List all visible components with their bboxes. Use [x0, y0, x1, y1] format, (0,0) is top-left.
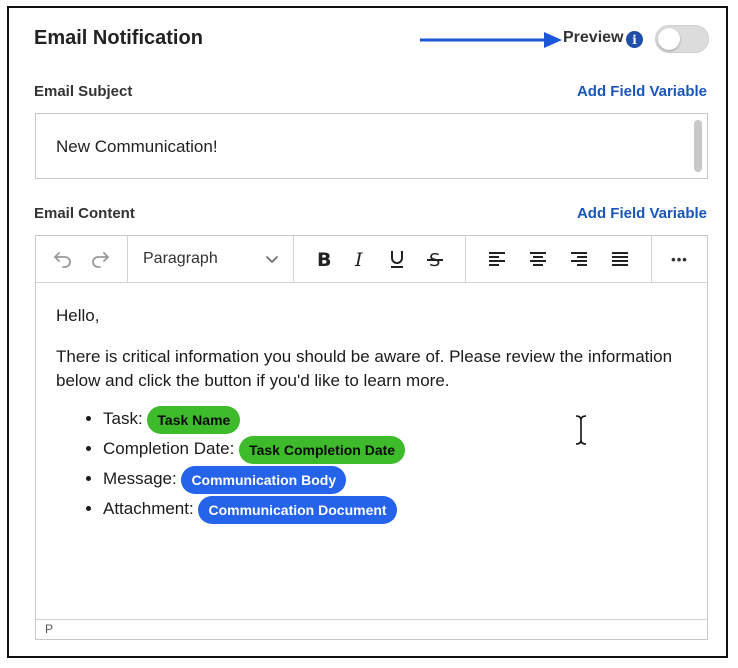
greeting-paragraph: Hello, — [56, 306, 100, 325]
field-variable-pill[interactable]: Communication Document — [198, 495, 397, 524]
editor-body[interactable]: Hello, There is critical information you… — [56, 304, 687, 524]
bold-icon: B — [317, 249, 331, 269]
svg-text:I: I — [354, 249, 363, 269]
list-item-label: Completion Date: — [103, 439, 235, 459]
editor-toolbar: Paragraph B I ••• — [36, 236, 707, 283]
intro-paragraph: There is critical information you should… — [56, 346, 673, 390]
italic-icon: I — [354, 249, 363, 269]
alignment-group — [466, 236, 652, 282]
align-center-icon — [530, 252, 546, 266]
list-item-label: Message: — [103, 469, 177, 489]
panel-title: Email Notification — [34, 27, 203, 49]
align-left-button[interactable] — [487, 250, 507, 268]
toggle-knob — [658, 28, 680, 50]
email-content-editor[interactable]: Paragraph B I ••• Hello, There is critic… — [35, 235, 708, 640]
align-justify-button[interactable] — [610, 250, 630, 268]
history-group — [36, 236, 128, 282]
list-item: Attachment: Communication Document — [103, 494, 687, 524]
strikethrough-button[interactable]: S — [426, 249, 444, 269]
list-item: Completion Date: Task Completion Date — [103, 434, 687, 464]
underline-button[interactable] — [389, 248, 405, 270]
preview-label: Preview — [563, 29, 624, 46]
content-add-field-variable-link[interactable]: Add Field Variable — [577, 205, 707, 222]
align-left-icon — [489, 252, 505, 266]
underline-icon — [391, 251, 403, 268]
list-item: Message: Communication Body — [103, 464, 687, 494]
redo-icon — [92, 252, 110, 268]
align-right-button[interactable] — [569, 250, 589, 268]
details-list: Task: Task Name Completion Date: Task Co… — [56, 404, 687, 524]
subject-add-field-variable-link[interactable]: Add Field Variable — [577, 83, 707, 100]
field-variable-pill[interactable]: Task Name — [147, 405, 241, 434]
align-justify-icon — [612, 252, 628, 266]
redo-button[interactable] — [89, 249, 111, 269]
block-format-value: Paragraph — [143, 250, 218, 267]
undo-icon — [53, 252, 71, 268]
email-notification-panel: Email Notification Preview i Email Subje… — [7, 6, 728, 658]
arrow-annotation-icon — [420, 32, 562, 48]
subject-scrollbar[interactable] — [694, 120, 702, 172]
chevron-down-icon — [266, 256, 278, 263]
block-format-select[interactable]: Paragraph — [128, 236, 294, 282]
preview-toggle[interactable] — [655, 25, 709, 53]
undo-button[interactable] — [52, 249, 74, 269]
italic-button[interactable]: I — [354, 249, 368, 269]
strikethrough-icon: S — [427, 250, 443, 269]
text-cursor-icon — [575, 415, 587, 445]
email-subject-input[interactable]: New Communication! — [35, 113, 708, 179]
list-item-label: Attachment: — [103, 499, 194, 519]
field-variable-pill[interactable]: Task Completion Date — [239, 435, 406, 464]
align-right-icon — [571, 252, 587, 266]
more-options-button[interactable]: ••• — [652, 236, 707, 282]
text-style-group: B I S — [294, 236, 466, 282]
editor-status-bar: P — [36, 619, 707, 639]
bold-button[interactable]: B — [315, 249, 333, 269]
email-subject-value: New Communication! — [56, 137, 218, 156]
info-icon[interactable]: i — [626, 31, 643, 48]
field-variable-pill[interactable]: Communication Body — [181, 465, 347, 494]
svg-text:B: B — [317, 249, 331, 269]
email-subject-label: Email Subject — [34, 83, 133, 100]
align-center-button[interactable] — [528, 250, 548, 268]
list-item-label: Task: — [103, 409, 143, 429]
list-item: Task: Task Name — [103, 404, 687, 434]
email-content-label: Email Content — [34, 205, 135, 222]
